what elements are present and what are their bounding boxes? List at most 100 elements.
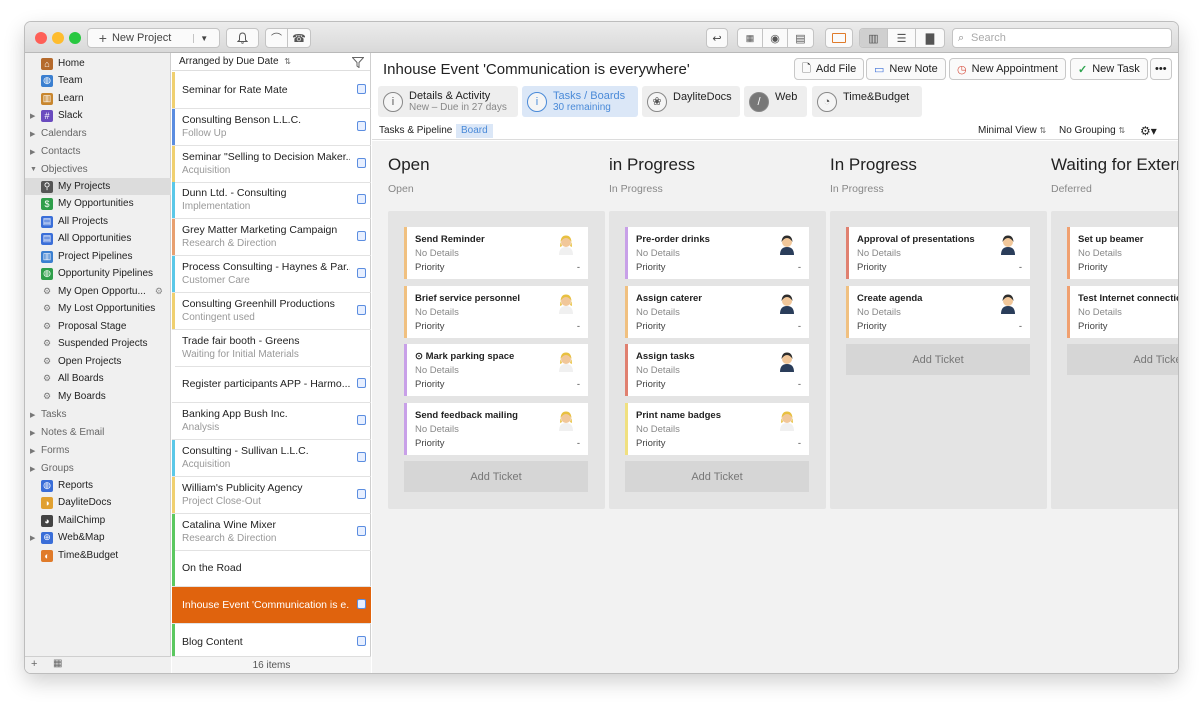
list-view-icon[interactable]: ☰ [888, 29, 916, 47]
ticket-card[interactable]: ⊙ Mark parking space No Details Priority - [404, 344, 588, 396]
disclosure-icon[interactable]: ▶ [30, 447, 39, 455]
sidebar-item[interactable]: ▼ Objectives [25, 161, 171, 178]
view-mode-select[interactable]: Minimal View ⇅ [973, 124, 1051, 138]
list-item[interactable]: William's Publicity Agency Project Close-… [172, 476, 371, 514]
ticket-card[interactable]: Test Internet connection No Details Priori… [1067, 285, 1178, 338]
sidebar-item[interactable]: ⚙ Suspended Projects [25, 335, 171, 352]
list-item[interactable]: On the Road [172, 550, 371, 588]
sidebar-item[interactable]: ⚙ My Lost Opportunities [25, 300, 171, 317]
sidebar-item[interactable]: ⚲ My Projects [25, 178, 171, 195]
new-project-button[interactable]: + New Project ▼ [87, 28, 220, 48]
disclosure-icon[interactable]: ▼ [30, 166, 39, 173]
sidebar-item[interactable]: ◍ Reports [25, 477, 171, 494]
ticket-card[interactable]: Create agenda No Details Priority - [846, 285, 1030, 338]
zoom-window-button[interactable] [69, 32, 81, 44]
list-sort-header[interactable]: Arranged by Due Date ⇅ [172, 53, 370, 71]
list-item[interactable]: Grey Matter Marketing Campaign Research &… [172, 219, 371, 257]
sidebar-item[interactable]: ▶ Tasks [25, 406, 171, 423]
sidebar-item[interactable]: ◕ MailChimp [25, 512, 171, 529]
notifications-button[interactable] [226, 28, 259, 48]
filter-icon[interactable] [352, 57, 364, 68]
disclosure-icon[interactable]: ▶ [30, 465, 39, 473]
settings-icon[interactable]: ⚙ [155, 286, 163, 297]
list-item[interactable]: Consulting Benson L.L.C. Follow Up [172, 108, 371, 146]
sidebar-item[interactable]: ▶ Forms [25, 442, 171, 459]
sidebar-item[interactable]: ⚙ My Open Opportu... ⚙ [25, 283, 171, 300]
ticket-card[interactable]: Assign tasks No Details Priority - [625, 344, 809, 396]
new-task-button[interactable]: ✓ New Task [1070, 58, 1148, 80]
disclosure-icon[interactable]: ▶ [30, 534, 39, 542]
sidebar-item[interactable]: $ My Opportunities [25, 195, 171, 212]
sidebar-item[interactable]: ◐ Time&Budget [25, 547, 171, 564]
sidebar-item[interactable]: ▶ Calendars [25, 125, 171, 142]
sidebar-item[interactable]: ⚙ Open Projects [25, 353, 171, 370]
sidebar-item[interactable]: ▶ Notes & Email [25, 424, 171, 441]
sidebar-item[interactable]: ▶ Contacts [25, 143, 171, 160]
add-ticket-button[interactable]: Add Ticket [846, 344, 1030, 375]
list-item[interactable]: Register participants APP - Harmo... [172, 366, 371, 404]
grouping-select[interactable]: No Grouping ⇅ [1054, 124, 1130, 138]
tab-time-budget[interactable]: ◔ Time&Budget [812, 86, 922, 117]
tab-tasks-boards[interactable]: i Tasks / Boards 30 remaining [522, 86, 638, 117]
add-icon[interactable]: + [31, 658, 37, 670]
disclosure-icon[interactable]: ▶ [30, 148, 39, 156]
calendar-icon[interactable]: ▦ [738, 29, 763, 47]
disclosure-icon[interactable]: ▶ [30, 130, 39, 138]
add-ticket-button[interactable]: Add Ticket [1067, 344, 1178, 375]
list-item[interactable]: Trade fair booth - Greens Waiting for Ini… [172, 329, 371, 367]
sidebar-item[interactable]: ⌂ Home [25, 55, 171, 72]
add-file-button[interactable]: 🗋 Add File [794, 58, 865, 80]
disclosure-icon[interactable]: ▶ [30, 429, 39, 437]
sidebar-item[interactable]: ▤ All Opportunities [25, 230, 171, 247]
list-item[interactable]: Dunn Ltd. - Consulting Implementation [172, 182, 371, 220]
add-ticket-button[interactable]: Add Ticket [404, 461, 588, 492]
hang-up-icon[interactable]: ⌒ [266, 29, 288, 47]
list-item[interactable]: Catalina Wine Mixer Research & Direction [172, 513, 371, 551]
search-input[interactable]: ⌕ Search [952, 28, 1172, 48]
ticket-card[interactable]: Pre-order drinks No Details Priority - [625, 227, 809, 279]
ticket-card[interactable]: Set up beamer No Details Priority [1067, 227, 1178, 279]
sidebar-item[interactable]: ▶ # Slack [25, 107, 171, 124]
grid-icon[interactable]: ▦ [53, 658, 62, 669]
new-appointment-button[interactable]: ◷ New Appointment [949, 58, 1066, 80]
ticket-card[interactable]: Send feedback mailing No Details Priority - [404, 402, 588, 455]
sidebar-toggle-button[interactable] [825, 28, 853, 48]
list-item[interactable]: Banking App Bush Inc. Analysis [172, 403, 371, 441]
tab-details-activity[interactable]: i Details & Activity New – Due in 27 days [378, 86, 518, 117]
sidebar-item[interactable]: ⚙ My Boards [25, 388, 171, 405]
close-window-button[interactable] [35, 32, 47, 44]
sidebar-item[interactable]: ▥ Learn [25, 90, 171, 107]
sidebar-item[interactable]: ▶ Groups [25, 460, 171, 477]
list-item[interactable]: Consulting - Sullivan L.L.C. Acquisition [172, 440, 371, 477]
ticket-card[interactable]: Print name badges No Details Priority - [625, 402, 809, 455]
list-item[interactable]: Consulting Greenhill Productions Continge… [172, 292, 371, 330]
sidebar-item[interactable]: ▶ ⊕ Web&Map [25, 529, 171, 546]
undo-button[interactable]: ↩ [706, 28, 728, 48]
list-item[interactable]: Process Consulting - Haynes & Par... Cust… [172, 256, 371, 293]
ticket-card[interactable]: Approval of presentations No Details Prior… [846, 227, 1030, 279]
chart-view-icon[interactable]: ▇ [916, 29, 944, 47]
new-note-button[interactable]: ▭ New Note [866, 58, 946, 80]
ticket-card[interactable]: Brief service personnel No Details Priorit… [404, 285, 588, 338]
sidebar-item[interactable]: ▥ Project Pipelines [25, 248, 171, 265]
ticket-card[interactable]: Assign caterer No Details Priority - [625, 285, 809, 338]
split-view-icon[interactable]: ▥ [860, 29, 888, 47]
minimize-window-button[interactable] [52, 32, 64, 44]
sidebar-item[interactable]: ◍ Opportunity Pipelines [25, 265, 171, 282]
chevron-down-icon[interactable]: ▼ [193, 33, 208, 43]
tab-web[interactable]: / Web [744, 86, 807, 117]
sidebar-item[interactable]: ◑ DayliteDocs [25, 494, 171, 511]
add-ticket-button[interactable]: Add Ticket [625, 461, 809, 492]
timer-icon[interactable]: ◉ [763, 29, 788, 47]
gear-icon[interactable]: ⚙▾ [1135, 124, 1162, 138]
subtab-tasks-pipeline[interactable]: Tasks & Pipeline [374, 124, 457, 138]
more-button[interactable]: ••• [1150, 58, 1172, 80]
disclosure-icon[interactable]: ▶ [30, 112, 39, 120]
tab-daylitedocs[interactable]: ❀ DayliteDocs [642, 86, 740, 117]
presentation-icon[interactable]: ▤ [788, 29, 813, 47]
sidebar-item[interactable]: ⚙ Proposal Stage [25, 318, 171, 335]
list-item[interactable]: Seminar "Selling to Decision Maker... Acq… [172, 145, 371, 183]
sidebar-item[interactable]: ⚙ All Boards [25, 370, 171, 387]
subtab-board[interactable]: Board [456, 124, 493, 138]
list-item[interactable]: Inhouse Event 'Communication is e... [172, 587, 371, 625]
